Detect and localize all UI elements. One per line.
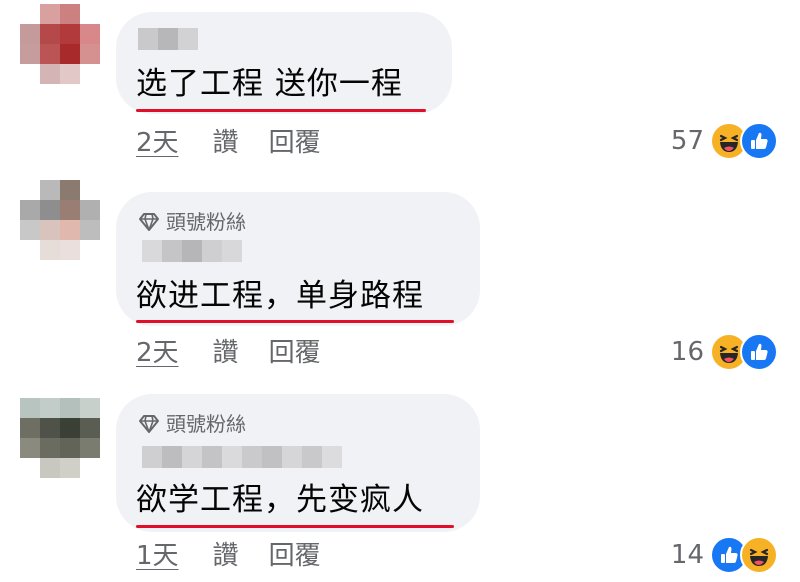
comment-bubble: 頭號粉絲 欲学工程，先变疯人	[116, 394, 480, 532]
comment-text: 欲学工程，先变疯人	[136, 482, 424, 518]
reaction-count: 57	[670, 126, 704, 156]
highlight-underline	[136, 320, 454, 323]
like-button[interactable]: 讚	[213, 540, 239, 572]
reaction-count: 16	[670, 337, 704, 367]
reaction-summary[interactable]: 14	[671, 536, 778, 574]
comment-bubble: 选了工程 送你一程	[116, 12, 452, 114]
reaction-count: 14	[670, 540, 704, 570]
commenter-name[interactable]	[142, 240, 242, 262]
like-button[interactable]: 讚	[213, 337, 239, 369]
reaction-summary[interactable]: 57	[671, 122, 778, 160]
avatar[interactable]	[20, 398, 100, 496]
haha-icon	[740, 536, 778, 574]
reaction-summary[interactable]: 16	[671, 333, 778, 371]
reply-button[interactable]: 回覆	[269, 127, 321, 159]
comment-actions: 2天 讚 回覆	[136, 337, 321, 369]
comment-actions: 1天 讚 回覆	[136, 540, 321, 572]
diamond-icon	[139, 415, 159, 433]
reply-button[interactable]: 回覆	[269, 337, 321, 369]
like-button[interactable]: 讚	[213, 127, 239, 159]
comment-actions: 2天 讚 回覆	[136, 127, 321, 159]
reply-button[interactable]: 回覆	[269, 540, 321, 572]
commenter-name[interactable]	[142, 446, 342, 468]
like-icon	[740, 333, 778, 371]
top-fan-badge: 頭號粉絲	[138, 412, 246, 436]
comment-text: 欲进工程，单身路程	[136, 278, 424, 314]
badge-label: 頭號粉絲	[166, 210, 246, 234]
avatar[interactable]	[20, 4, 100, 102]
highlight-underline	[136, 525, 454, 528]
timestamp-link[interactable]: 2天	[136, 337, 179, 369]
badge-label: 頭號粉絲	[166, 412, 246, 436]
timestamp-link[interactable]: 2天	[136, 127, 179, 159]
like-icon	[740, 122, 778, 160]
highlight-underline	[136, 109, 426, 112]
diamond-icon	[139, 213, 159, 231]
timestamp-link[interactable]: 1天	[136, 540, 179, 572]
comment-text: 选了工程 送你一程	[136, 66, 403, 102]
comment-bubble: 頭號粉絲 欲进工程，单身路程	[116, 192, 480, 326]
avatar[interactable]	[20, 180, 100, 278]
commenter-name[interactable]	[138, 28, 198, 50]
top-fan-badge: 頭號粉絲	[138, 210, 246, 234]
